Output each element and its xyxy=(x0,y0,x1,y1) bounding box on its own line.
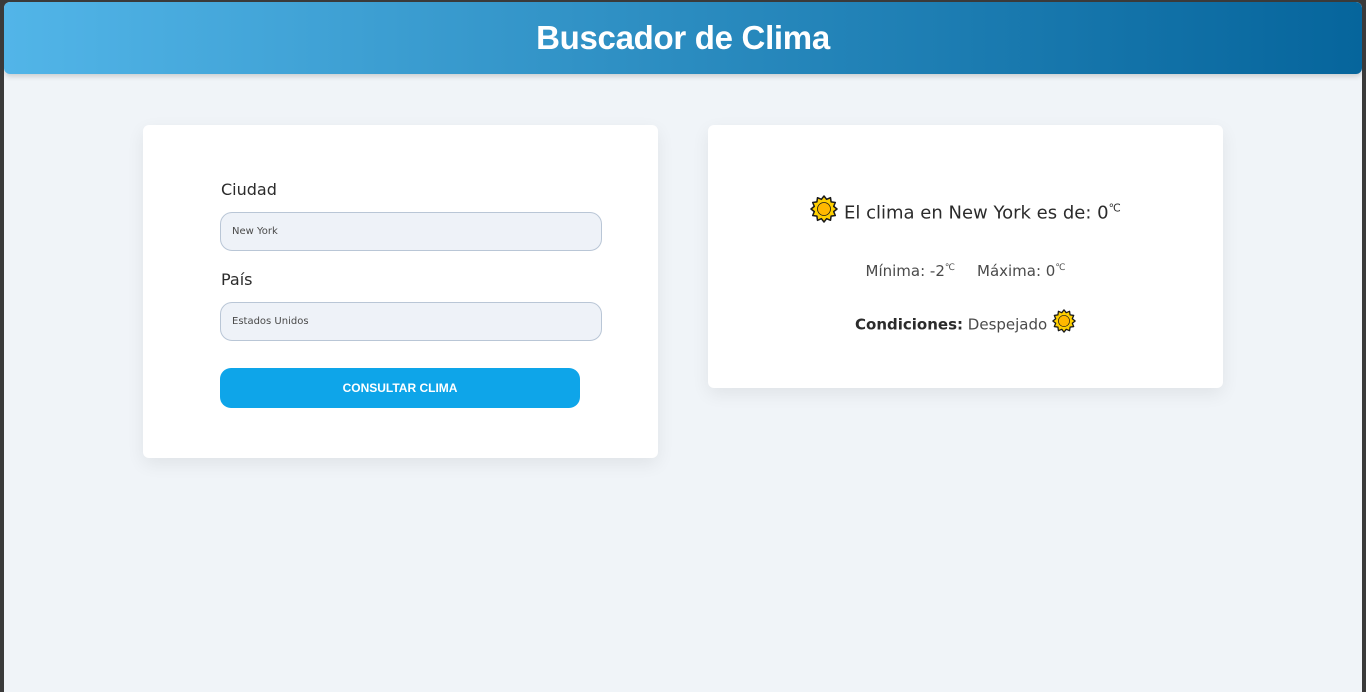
conditions-value: Despejado xyxy=(967,315,1048,334)
city-label: Ciudad xyxy=(221,180,277,199)
country-input[interactable] xyxy=(220,302,602,341)
sun-icon xyxy=(810,195,839,228)
max-temp-unit: ℃ xyxy=(1055,263,1066,273)
sun-icon xyxy=(1052,309,1076,337)
page-title: Buscador de Clima xyxy=(536,19,830,56)
temperature-line: El clima en New York es de: 0℃ xyxy=(708,195,1223,230)
city-input[interactable] xyxy=(220,212,602,251)
conditions-label: Condiciones: xyxy=(855,315,964,334)
search-form-card: Ciudad País CONSULTAR CLIMA xyxy=(143,125,658,458)
min-temp-text: Mínima: -2 xyxy=(865,262,945,280)
app-window: Buscador de Clima Ciudad País CONSULTAR … xyxy=(4,2,1362,692)
temperature-unit: ℃ xyxy=(1108,201,1121,215)
conditions-line: Condiciones: Despejado xyxy=(708,309,1223,339)
max-temp-text: Máxima: 0 xyxy=(977,262,1056,280)
temperature-text: El clima en New York es de: 0 xyxy=(844,202,1109,224)
app-header: Buscador de Clima xyxy=(4,2,1362,74)
country-label: País xyxy=(221,270,253,289)
min-temp-unit: ℃ xyxy=(944,263,955,273)
consult-weather-button[interactable]: CONSULTAR CLIMA xyxy=(220,368,580,408)
weather-result-card: El clima en New York es de: 0℃ Mínima: -… xyxy=(708,125,1223,388)
min-max-line: Mínima: -2℃ Máxima: 0℃ xyxy=(708,262,1223,280)
